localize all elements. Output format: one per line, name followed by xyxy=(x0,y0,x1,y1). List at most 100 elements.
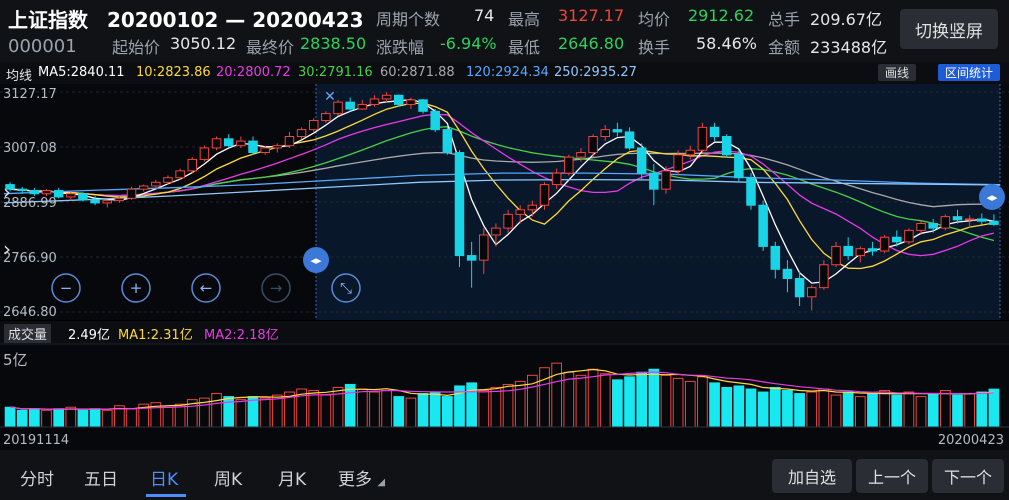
tab-weekly-k[interactable]: 周K xyxy=(214,465,242,490)
volume-bar xyxy=(976,391,988,428)
candle-body xyxy=(746,177,756,206)
volume-bar xyxy=(915,396,927,428)
zoom-in-icon-glyph: + xyxy=(130,279,143,297)
volume-bar xyxy=(381,390,392,428)
ma-label: 均线 xyxy=(6,69,33,84)
candle-body xyxy=(612,129,623,133)
volume-ma1: MA1:2.31亿 xyxy=(118,328,193,343)
volume-bar xyxy=(733,385,745,428)
candle-body xyxy=(928,223,938,229)
candle-body xyxy=(551,172,562,186)
price-axis-label: 3007.08 xyxy=(3,141,57,156)
candle-body xyxy=(989,220,999,225)
candle-body xyxy=(41,190,52,195)
price-chart[interactable]: 3127.17 3007.08 2886.99 2766.90 2646.80 ◂▸ ◂▸ ✕… xyxy=(0,84,1009,320)
volume-bar xyxy=(903,391,915,428)
candle-body xyxy=(867,248,878,252)
volume-bar xyxy=(89,408,101,428)
draw-line-button[interactable]: 画线 xyxy=(878,64,917,81)
pan-left-icon-glyph: ← xyxy=(200,279,213,297)
ma120-value: 120:2924.34 xyxy=(466,65,549,80)
final-value: 2838.50 xyxy=(300,34,367,53)
tab-daily-k[interactable]: 日K xyxy=(150,465,178,490)
volume-bar xyxy=(320,394,332,428)
double-arrow-icon: ◂▸ xyxy=(310,254,322,267)
candle-body xyxy=(758,204,768,247)
candle-body xyxy=(806,287,817,298)
volume-bar xyxy=(757,391,769,428)
candle-body xyxy=(187,158,198,172)
tab-five-day[interactable]: 五日 xyxy=(84,465,118,490)
candle-body xyxy=(321,113,331,121)
add-favorite-button[interactable]: 加自选 xyxy=(772,459,852,493)
stock-code: 000001 xyxy=(8,36,77,57)
volume-bar xyxy=(53,408,65,428)
candle-body xyxy=(211,138,222,149)
volume-bar xyxy=(490,386,502,428)
candle-body xyxy=(248,140,258,154)
volume-bar xyxy=(927,393,939,428)
volume-bar xyxy=(867,393,878,428)
next-stock-button[interactable]: 下一个 xyxy=(932,459,1004,493)
amount-value: 233488亿 xyxy=(810,38,888,57)
volume-bar xyxy=(369,391,380,428)
tab-more[interactable]: 更多 ◢ xyxy=(338,465,385,490)
volume-bar xyxy=(709,382,720,428)
candle-body xyxy=(163,177,173,183)
candle-body xyxy=(697,126,708,151)
start-value: 3050.12 xyxy=(170,34,237,53)
switch-portrait-button[interactable]: 切换竖屏 xyxy=(900,9,998,49)
range-stats-button[interactable]: 区间统计 xyxy=(938,64,1001,81)
volume-bar xyxy=(539,367,550,428)
low-label: 最低 xyxy=(508,38,541,57)
collapse-icon-glyph: ⤡ xyxy=(340,279,352,297)
price-axis-label: 2766.90 xyxy=(3,251,57,266)
amount-label: 金额 xyxy=(768,38,801,57)
volume-bar xyxy=(697,376,708,428)
candle-body xyxy=(916,223,926,231)
ma5-value: MA5:2840.11 xyxy=(38,65,125,80)
volume-bar xyxy=(587,368,599,428)
tab-more-label: 更多 xyxy=(338,470,372,490)
start-label: 起始价 xyxy=(112,38,161,57)
candle-body xyxy=(831,245,841,266)
candle-body xyxy=(879,236,890,252)
volume-bar xyxy=(563,371,575,428)
candle-body xyxy=(199,147,210,160)
candle-body xyxy=(78,193,88,201)
candle-body xyxy=(503,213,513,229)
candle-body xyxy=(977,218,987,222)
candle-body xyxy=(126,188,137,199)
zoom-out-icon-glyph: − xyxy=(60,279,73,297)
volume-bar xyxy=(271,394,283,428)
volume-ma2: MA2:2.18亿 xyxy=(204,328,279,343)
tab-timeshare[interactable]: 分时 xyxy=(20,465,54,490)
ma20-value: 20:2800.72 xyxy=(216,65,291,80)
candle-body xyxy=(782,268,793,279)
candle-body xyxy=(709,126,720,138)
volume-label[interactable]: 成交量 xyxy=(4,324,52,343)
tab-monthly-k[interactable]: 月K xyxy=(278,465,306,490)
volume-bar xyxy=(891,394,903,428)
volume-bar xyxy=(612,379,623,428)
change-label: 涨跌幅 xyxy=(376,38,425,57)
candle-body xyxy=(588,136,598,154)
candle-body xyxy=(636,147,647,174)
volume-bar xyxy=(211,393,222,428)
volume-chart: 5亿 20191114 20200423 xyxy=(0,343,1009,450)
prev-stock-button[interactable]: 上一个 xyxy=(856,459,928,493)
active-tab-indicator xyxy=(146,494,186,497)
candle-body xyxy=(466,255,477,261)
volume-bar xyxy=(854,396,866,428)
candle-body xyxy=(151,181,161,187)
candle-body xyxy=(223,138,234,147)
volume-bar xyxy=(441,396,453,428)
candle-body xyxy=(138,185,149,190)
price-axis-label: 3127.17 xyxy=(3,87,57,102)
volume-bar xyxy=(648,368,660,428)
candle-body xyxy=(308,119,319,131)
final-label: 最终价 xyxy=(246,38,295,57)
candle-body xyxy=(236,140,246,147)
candle-body xyxy=(114,197,125,202)
start-date-label: 20191114 xyxy=(3,433,69,448)
